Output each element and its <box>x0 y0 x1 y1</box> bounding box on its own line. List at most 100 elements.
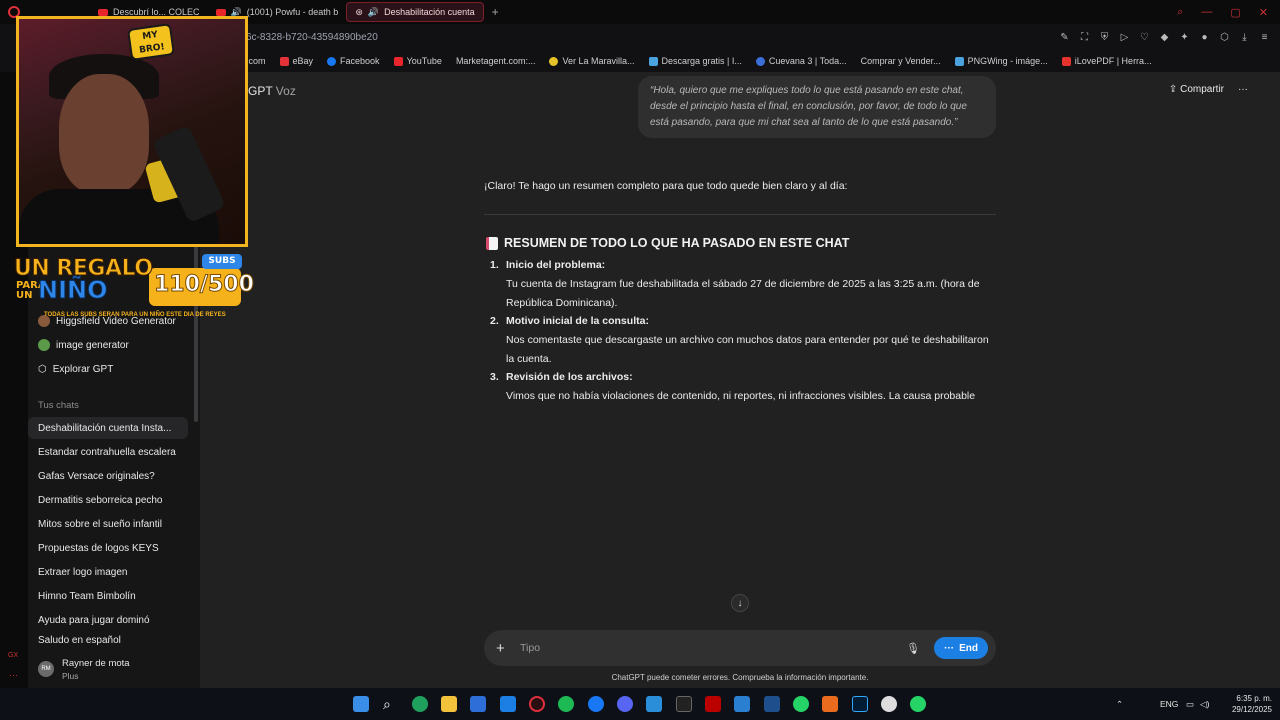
lightroom-icon[interactable] <box>764 696 780 712</box>
divider <box>484 214 996 215</box>
heart-icon[interactable]: ♡ <box>1139 32 1150 43</box>
tray-chevron-icon[interactable]: ⌃ <box>1116 688 1123 720</box>
bookmark-item[interactable]: Descarga gratis | I... <box>648 56 742 66</box>
more-icon[interactable]: ··· <box>9 670 18 680</box>
download-icon[interactable]: ⤓ <box>1239 32 1250 43</box>
chat-item[interactable]: Estandar contrahuella escalera <box>28 441 188 463</box>
puzzle-icon[interactable]: ⬡ <box>1219 32 1230 43</box>
maximize-button[interactable]: ▢ <box>1230 6 1240 19</box>
bookmark-item[interactable]: Cuevana 3 | Toda... <box>755 56 847 66</box>
scroll-down-button[interactable]: ↓ <box>731 594 749 612</box>
url-text[interactable]: 6c-8328-b720-43594890be20 <box>246 32 378 43</box>
speaker-icon: 🔊 <box>367 6 380 17</box>
mail-icon[interactable] <box>500 696 516 712</box>
chat-item[interactable]: Himno Team Bimbolín <box>28 585 188 607</box>
user-profile[interactable]: RM Rayner de mota Plus <box>28 650 200 688</box>
bookmark-item[interactable]: PNGWing - imáge... <box>954 56 1048 66</box>
network-icon[interactable]: ▭ <box>1186 699 1194 710</box>
bookmark-item[interactable]: Comprar y Vender... <box>861 56 941 66</box>
chat-item[interactable]: Gafas Versace originales? <box>28 465 188 487</box>
youtube-icon <box>393 56 403 66</box>
start-icon[interactable] <box>353 696 369 712</box>
facebook-icon[interactable] <box>588 696 604 712</box>
shield-icon[interactable]: ⛨ <box>1099 32 1110 43</box>
tab-label: Deshabilitación cuenta <box>384 7 475 17</box>
more-options-button[interactable]: ··· <box>1238 84 1248 95</box>
search-icon[interactable]: ⌕ <box>1177 6 1183 19</box>
whatsapp-icon[interactable] <box>910 696 926 712</box>
store-icon[interactable] <box>470 696 486 712</box>
file-explorer-icon[interactable] <box>441 696 457 712</box>
extension-icon[interactable]: ◆ <box>1159 32 1170 43</box>
chat-item[interactable]: Propuestas de logos KEYS <box>28 537 188 559</box>
webcam-figure <box>59 74 149 194</box>
close-button[interactable]: ✕ <box>1259 6 1268 19</box>
app-icon[interactable] <box>646 696 662 712</box>
bookmark-item[interactable]: YouTube <box>393 56 442 66</box>
photoshop-icon[interactable] <box>852 696 868 712</box>
share-button[interactable]: ⇪ Compartir <box>1169 84 1224 95</box>
bookmark-item[interactable]: Ver La Maravilla... <box>549 56 635 66</box>
bookmark-item[interactable]: .com <box>246 56 266 66</box>
cube-icon: ⬡ <box>38 363 47 375</box>
memo-icon <box>486 236 498 250</box>
volume-icon[interactable]: ◁) <box>1200 699 1209 710</box>
model-selector[interactable]: GPT Voz <box>248 84 296 98</box>
gx-icon[interactable]: GX <box>8 652 18 659</box>
whatsapp-icon[interactable] <box>793 696 809 712</box>
message-composer[interactable]: + Tipo 🎙 ··· End <box>484 630 996 666</box>
new-tab-button[interactable]: + <box>484 5 507 19</box>
search-icon[interactable]: ⌕ <box>383 696 399 712</box>
pin-icon[interactable]: ✎ <box>1059 32 1070 43</box>
chat-item[interactable]: Deshabilitación cuenta Insta... <box>28 417 188 439</box>
assistant-intro: ¡Claro! Te hago un resumen completo para… <box>484 180 848 192</box>
chats-heading: Tus chats <box>38 400 79 411</box>
bookmark-item[interactable]: eBay <box>279 56 313 66</box>
chat-item[interactable]: Saludo en español <box>28 633 188 649</box>
banner-nino: NIÑO <box>38 276 109 305</box>
chat-item[interactable]: Mitos sobre el sueño infantil <box>28 513 188 535</box>
bookmark-item[interactable]: Marketagent.com:... <box>456 56 536 66</box>
tab-chatgpt[interactable]: ⊛ 🔊 Deshabilitación cuenta <box>346 2 484 22</box>
bookmark-icon <box>648 56 658 66</box>
sidebar-item-image-generator[interactable]: image generator <box>28 334 188 356</box>
screenshot-icon[interactable]: ⛶ <box>1079 32 1090 43</box>
app-icon[interactable] <box>734 696 750 712</box>
waveform-icon: ··· <box>944 642 955 654</box>
user-plan: Plus <box>62 670 79 681</box>
message-input[interactable]: Tipo <box>520 642 906 654</box>
bookmark-icon <box>1061 56 1071 66</box>
subs-count: 110/500 <box>154 272 255 298</box>
bookmark-item[interactable]: Facebook <box>327 56 380 66</box>
edge-icon[interactable] <box>412 696 428 712</box>
play-icon[interactable]: ▷ <box>1119 32 1130 43</box>
sidebar-item-explore-gpts[interactable]: ⬡ Explorar GPT <box>28 358 188 380</box>
chat-item[interactable]: Ayuda para jugar dominó <box>28 609 188 631</box>
netflix-icon[interactable] <box>705 696 721 712</box>
bookmark-icon <box>549 56 559 66</box>
ebay-icon <box>279 56 289 66</box>
youtube-icon <box>98 8 108 16</box>
extension-icon[interactable]: ✦ <box>1179 32 1190 43</box>
end-voice-button[interactable]: ··· End <box>934 637 988 659</box>
chatgpt-icon[interactable] <box>881 696 897 712</box>
opera-icon[interactable] <box>529 696 545 712</box>
bookmark-icon <box>755 56 765 66</box>
extension-icon[interactable]: ● <box>1199 32 1210 43</box>
windows-taskbar: ⌕ ⌃ ENG ▭ ◁) 6:35 p. m. 29/12/2025 <box>0 688 1280 720</box>
chat-item[interactable]: Dermatitis seborreica pecho <box>28 489 188 511</box>
spotify-icon[interactable] <box>558 696 574 712</box>
plus-icon[interactable]: + <box>496 640 510 657</box>
bookmark-item[interactable]: iLovePDF | Herra... <box>1061 56 1152 66</box>
microphone-icon[interactable]: 🎙 <box>906 642 920 655</box>
epic-games-icon[interactable] <box>676 696 692 712</box>
avatar: RM <box>38 661 54 677</box>
chat-item[interactable]: Extraer logo imagen <box>28 561 188 583</box>
discord-icon[interactable] <box>617 696 633 712</box>
clock[interactable]: 6:35 p. m. 29/12/2025 <box>1222 693 1272 715</box>
bookmark-icon <box>954 56 964 66</box>
menu-icon[interactable]: ≡ <box>1259 32 1270 43</box>
minimize-button[interactable]: — <box>1201 6 1212 19</box>
language-indicator[interactable]: ENG <box>1160 688 1178 720</box>
app-icon[interactable] <box>822 696 838 712</box>
